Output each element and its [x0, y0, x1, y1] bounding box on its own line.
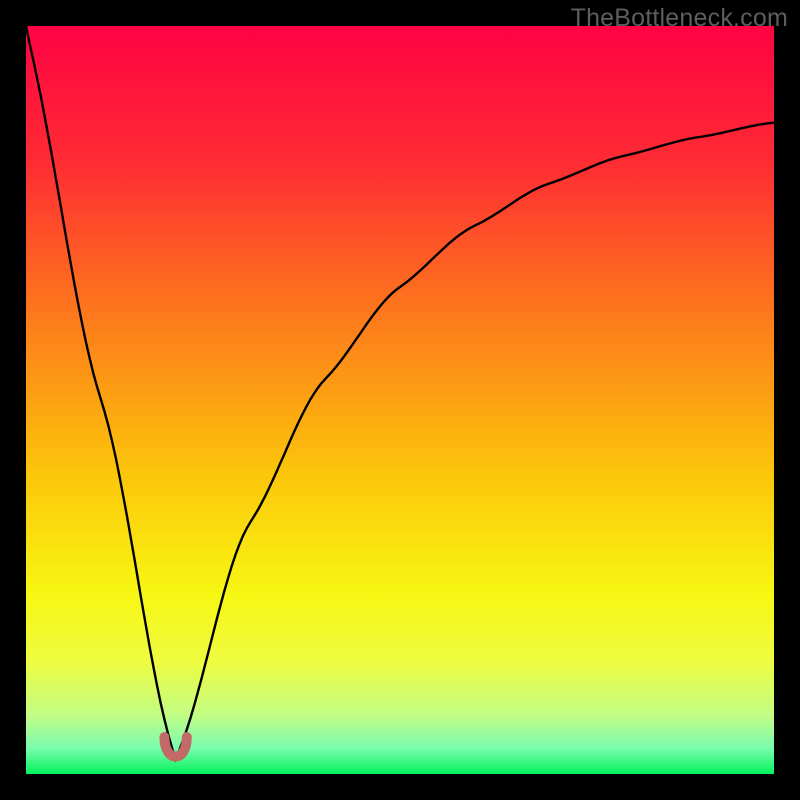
gradient-background: [26, 26, 774, 774]
chart-svg: [26, 26, 774, 774]
watermark-text: TheBottleneck.com: [571, 4, 788, 33]
plot-area: [26, 26, 774, 774]
chart-frame: TheBottleneck.com: [0, 0, 800, 800]
